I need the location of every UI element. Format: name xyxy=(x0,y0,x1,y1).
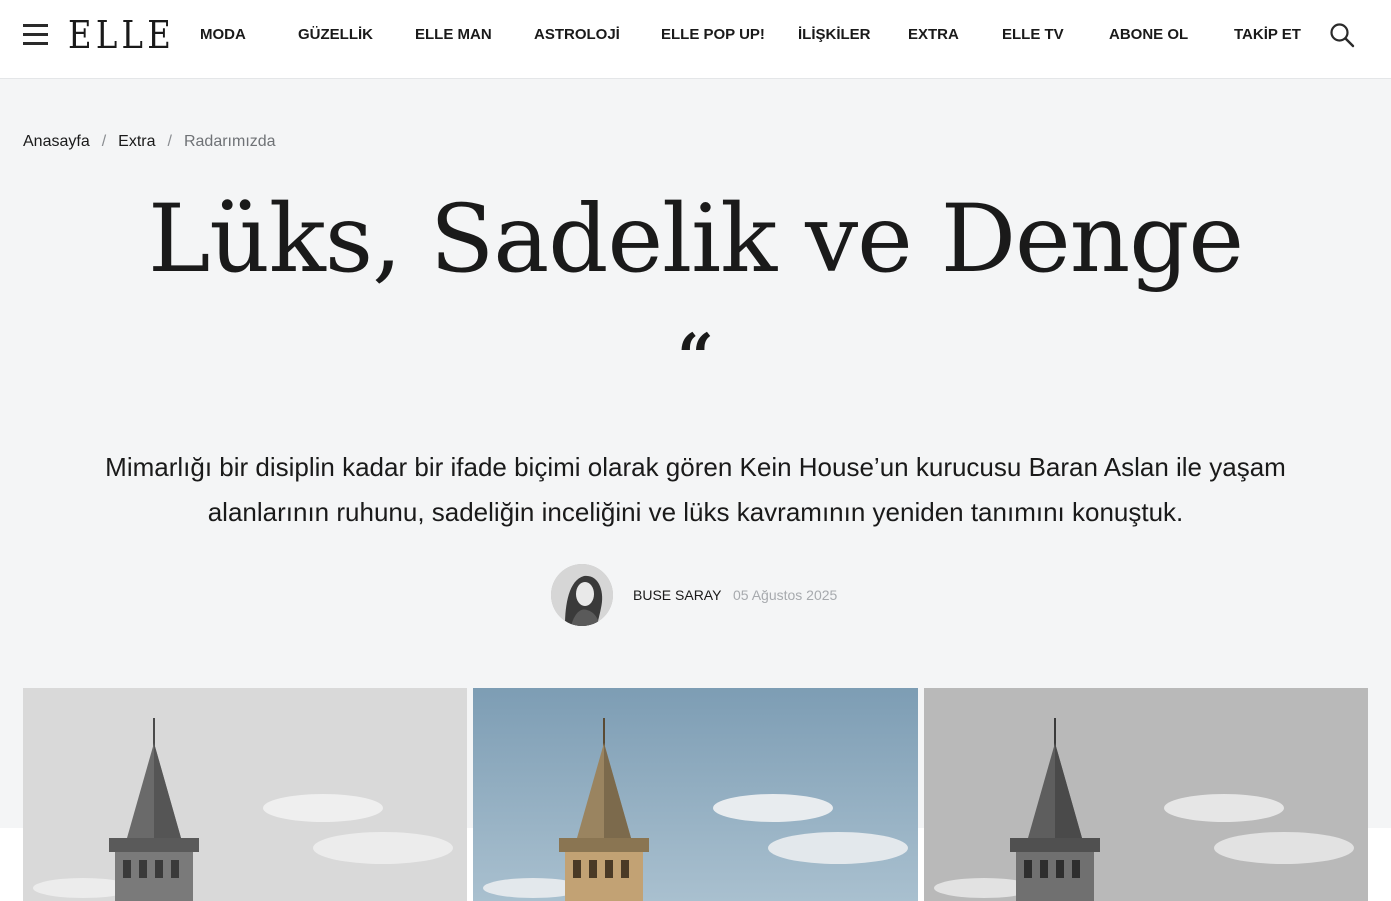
menu-line xyxy=(23,42,48,45)
nav-item-moda[interactable]: MODA xyxy=(200,25,246,45)
menu-line xyxy=(23,24,48,27)
nav-item-elle-pop-up[interactable]: ELLE POP UP! xyxy=(661,25,765,45)
article-title: Lüks, Sadelik ve Denge xyxy=(147,185,1244,294)
breadcrumb-current: Radarımızda xyxy=(183,133,276,150)
breadcrumb-separator: / xyxy=(167,133,172,150)
nav-item-abone-ol[interactable]: ABONE OL xyxy=(1109,25,1188,45)
hamburger-menu-icon[interactable] xyxy=(23,24,48,46)
site-header: ELLE MODA GÜZELLİK ELLE MAN ASTROLOJİ EL… xyxy=(0,0,1391,79)
elle-logo[interactable]: ELLE xyxy=(68,12,175,58)
nav-item-elle-man[interactable]: ELLE MAN xyxy=(415,25,492,45)
author-name[interactable]: BUSE SARAY xyxy=(633,585,721,605)
nav-item-takip-et[interactable]: TAKİP ET xyxy=(1234,25,1301,45)
author-avatar[interactable] xyxy=(551,564,613,626)
menu-line xyxy=(23,33,48,36)
breadcrumb: Anasayfa / Extra / Radarımızda xyxy=(23,131,276,153)
breadcrumb-extra[interactable]: Extra xyxy=(118,133,155,150)
article-lead: Mimarlığı bir disiplin kadar bir ifade b… xyxy=(105,452,1286,527)
breadcrumb-separator: / xyxy=(101,133,107,150)
nav-item-extra[interactable]: EXTRA xyxy=(908,25,959,45)
breadcrumb-home[interactable]: Anasayfa xyxy=(23,133,90,150)
nav-item-guzellik[interactable]: GÜZELLİK xyxy=(298,25,373,45)
publish-date: 05 Ağustos 2025 xyxy=(733,587,838,603)
gallery-image-color[interactable] xyxy=(473,688,918,901)
search-icon[interactable] xyxy=(1329,22,1355,48)
nav-item-iliskiler[interactable]: İLİŞKİLER xyxy=(798,25,871,45)
quote-mark-icon: “ xyxy=(677,320,714,395)
nav-item-astroloji[interactable]: ASTROLOJİ xyxy=(534,25,620,45)
gallery-image-grayscale[interactable] xyxy=(924,688,1368,901)
nav-item-elle-tv[interactable]: ELLE TV xyxy=(1002,25,1064,45)
gallery-image-grayscale[interactable] xyxy=(23,688,467,901)
